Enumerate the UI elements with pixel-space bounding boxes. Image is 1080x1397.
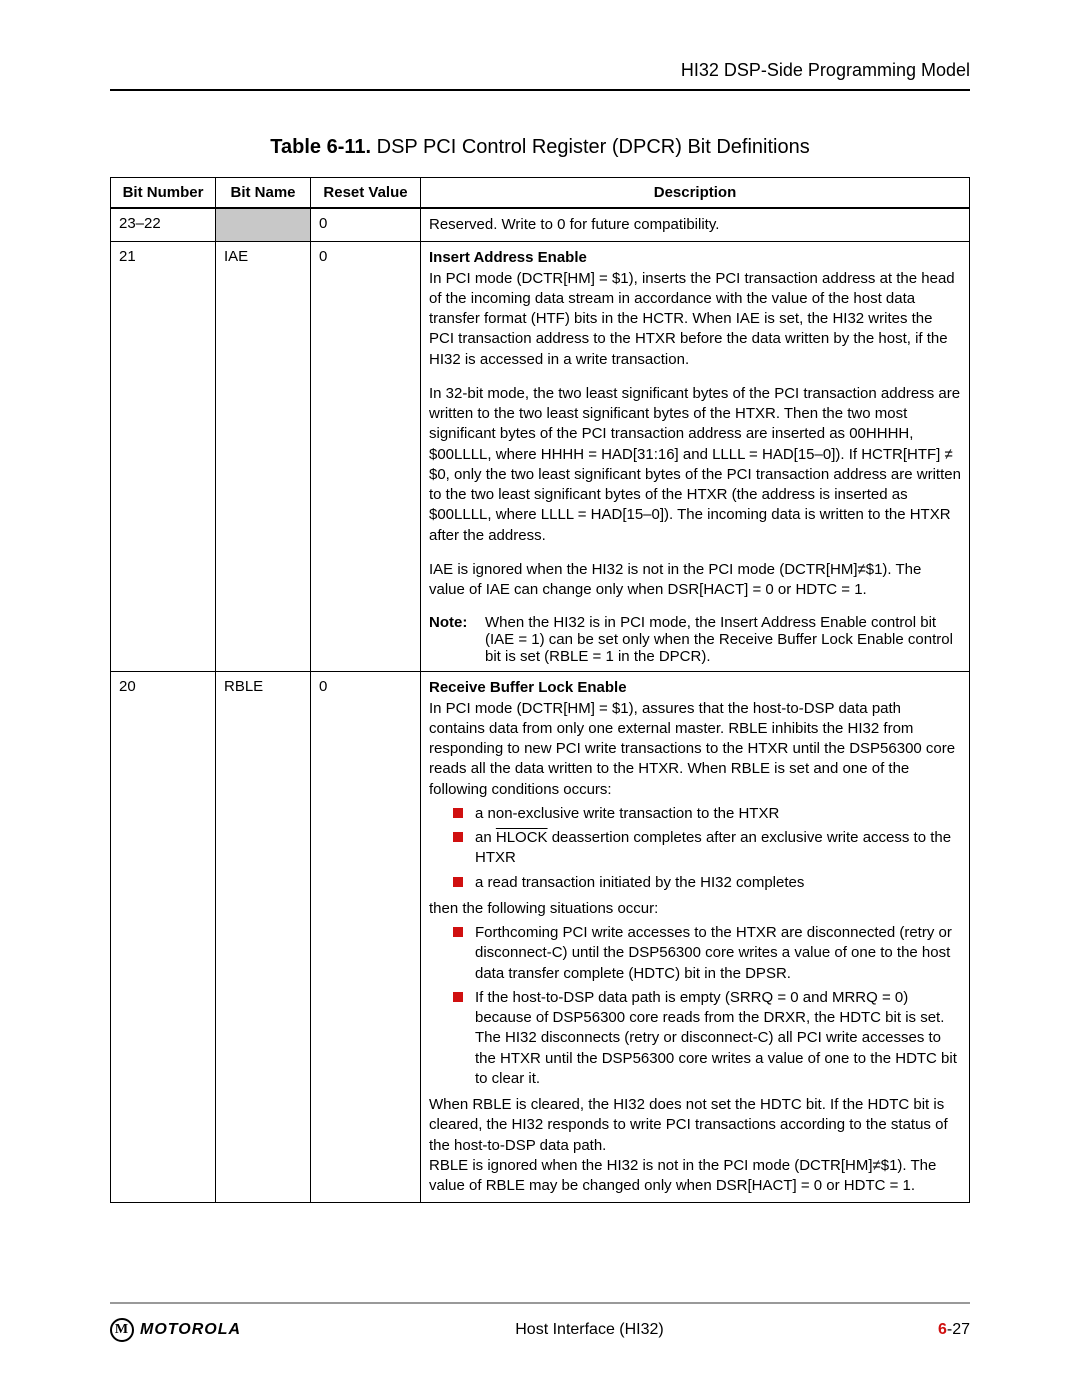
cell-reset-value: 0 <box>311 208 421 242</box>
note-text: When the HI32 is in PCI mode, the Insert… <box>485 614 961 665</box>
desc-paragraph: Receive Buffer Lock Enable In PCI mode (D… <box>429 678 961 800</box>
desc-paragraph: Insert Address Enable In PCI mode (DCTR[H… <box>429 248 961 370</box>
note: Note: When the HI32 is in PCI mode, the … <box>429 614 961 665</box>
bullet-list: a non-exclusive write transaction to the… <box>429 804 961 893</box>
desc-paragraph: then the following situations occur: <box>429 899 961 919</box>
table-row: 20 RBLE 0 Receive Buffer Lock Enable In P… <box>111 672 970 1203</box>
desc-text: an <box>475 829 496 846</box>
desc-text: In PCI mode (DCTR[HM] = $1), inserts the… <box>429 270 955 368</box>
list-item: a non-exclusive write transaction to the… <box>457 804 961 824</box>
page-suffix: -27 <box>947 1321 970 1338</box>
footer-rule <box>110 1302 970 1304</box>
page-footer: M MOTOROLA Host Interface (HI32) 6-27 <box>110 1302 970 1342</box>
page-number: 6-27 <box>938 1321 970 1339</box>
cell-description: Reserved. Write to 0 for future compatib… <box>421 208 970 242</box>
cell-description: Receive Buffer Lock Enable In PCI mode (D… <box>421 672 970 1203</box>
signal-overline: HLOCK <box>496 829 548 846</box>
desc-paragraph: When RBLE is cleared, the HI32 does not … <box>429 1095 961 1156</box>
cell-bit-name: RBLE <box>216 672 311 1203</box>
desc-paragraph: IAE is ignored when the HI32 is not in t… <box>429 560 961 601</box>
bullet-list: Forthcoming PCI write accesses to the HT… <box>429 923 961 1089</box>
brand-logo: M MOTOROLA <box>110 1318 241 1342</box>
col-description: Description <box>421 178 970 209</box>
table-header-row: Bit Number Bit Name Reset Value Descript… <box>111 178 970 209</box>
table-row: 21 IAE 0 Insert Address Enable In PCI mod… <box>111 242 970 672</box>
footer-center: Host Interface (HI32) <box>515 1321 664 1339</box>
desc-text: Reserved. Write to 0 for future compatib… <box>429 215 961 235</box>
desc-paragraph: RBLE is ignored when the HI32 is not in … <box>429 1156 961 1197</box>
col-reset-value: Reset Value <box>311 178 421 209</box>
cell-bit-name <box>216 208 311 242</box>
col-bit-number: Bit Number <box>111 178 216 209</box>
chapter-number: 6 <box>938 1321 947 1338</box>
motorola-icon: M <box>110 1318 134 1342</box>
cell-bit-number: 20 <box>111 672 216 1203</box>
list-item: an HLOCK deassertion completes after an … <box>457 828 961 869</box>
section-header: HI32 DSP-Side Programming Model <box>110 60 970 81</box>
cell-bit-number: 23–22 <box>111 208 216 242</box>
cell-bit-number: 21 <box>111 242 216 672</box>
desc-title: Receive Buffer Lock Enable <box>429 679 627 696</box>
note-label: Note: <box>429 614 485 665</box>
cell-reset-value: 0 <box>311 242 421 672</box>
caption-title: DSP PCI Control Register (DPCR) Bit Defi… <box>371 136 810 158</box>
list-item: a read transaction initiated by the HI32… <box>457 873 961 893</box>
col-bit-name: Bit Name <box>216 178 311 209</box>
caption-prefix: Table 6-11. <box>270 136 371 158</box>
desc-paragraph: In 32-bit mode, the two least significan… <box>429 384 961 546</box>
table-caption: Table 6-11. DSP PCI Control Register (DP… <box>110 136 970 159</box>
cell-reset-value: 0 <box>311 672 421 1203</box>
list-item: Forthcoming PCI write accesses to the HT… <box>457 923 961 984</box>
cell-bit-name: IAE <box>216 242 311 672</box>
desc-title: Insert Address Enable <box>429 249 587 266</box>
register-table: Bit Number Bit Name Reset Value Descript… <box>110 177 970 1203</box>
table-row: 23–22 0 Reserved. Write to 0 for future … <box>111 208 970 242</box>
header-rule <box>110 89 970 91</box>
desc-text: In PCI mode (DCTR[HM] = $1), assures tha… <box>429 700 955 798</box>
brand-text: MOTOROLA <box>140 1321 241 1339</box>
cell-description: Insert Address Enable In PCI mode (DCTR[H… <box>421 242 970 672</box>
list-item: If the host-to-DSP data path is empty (S… <box>457 988 961 1089</box>
